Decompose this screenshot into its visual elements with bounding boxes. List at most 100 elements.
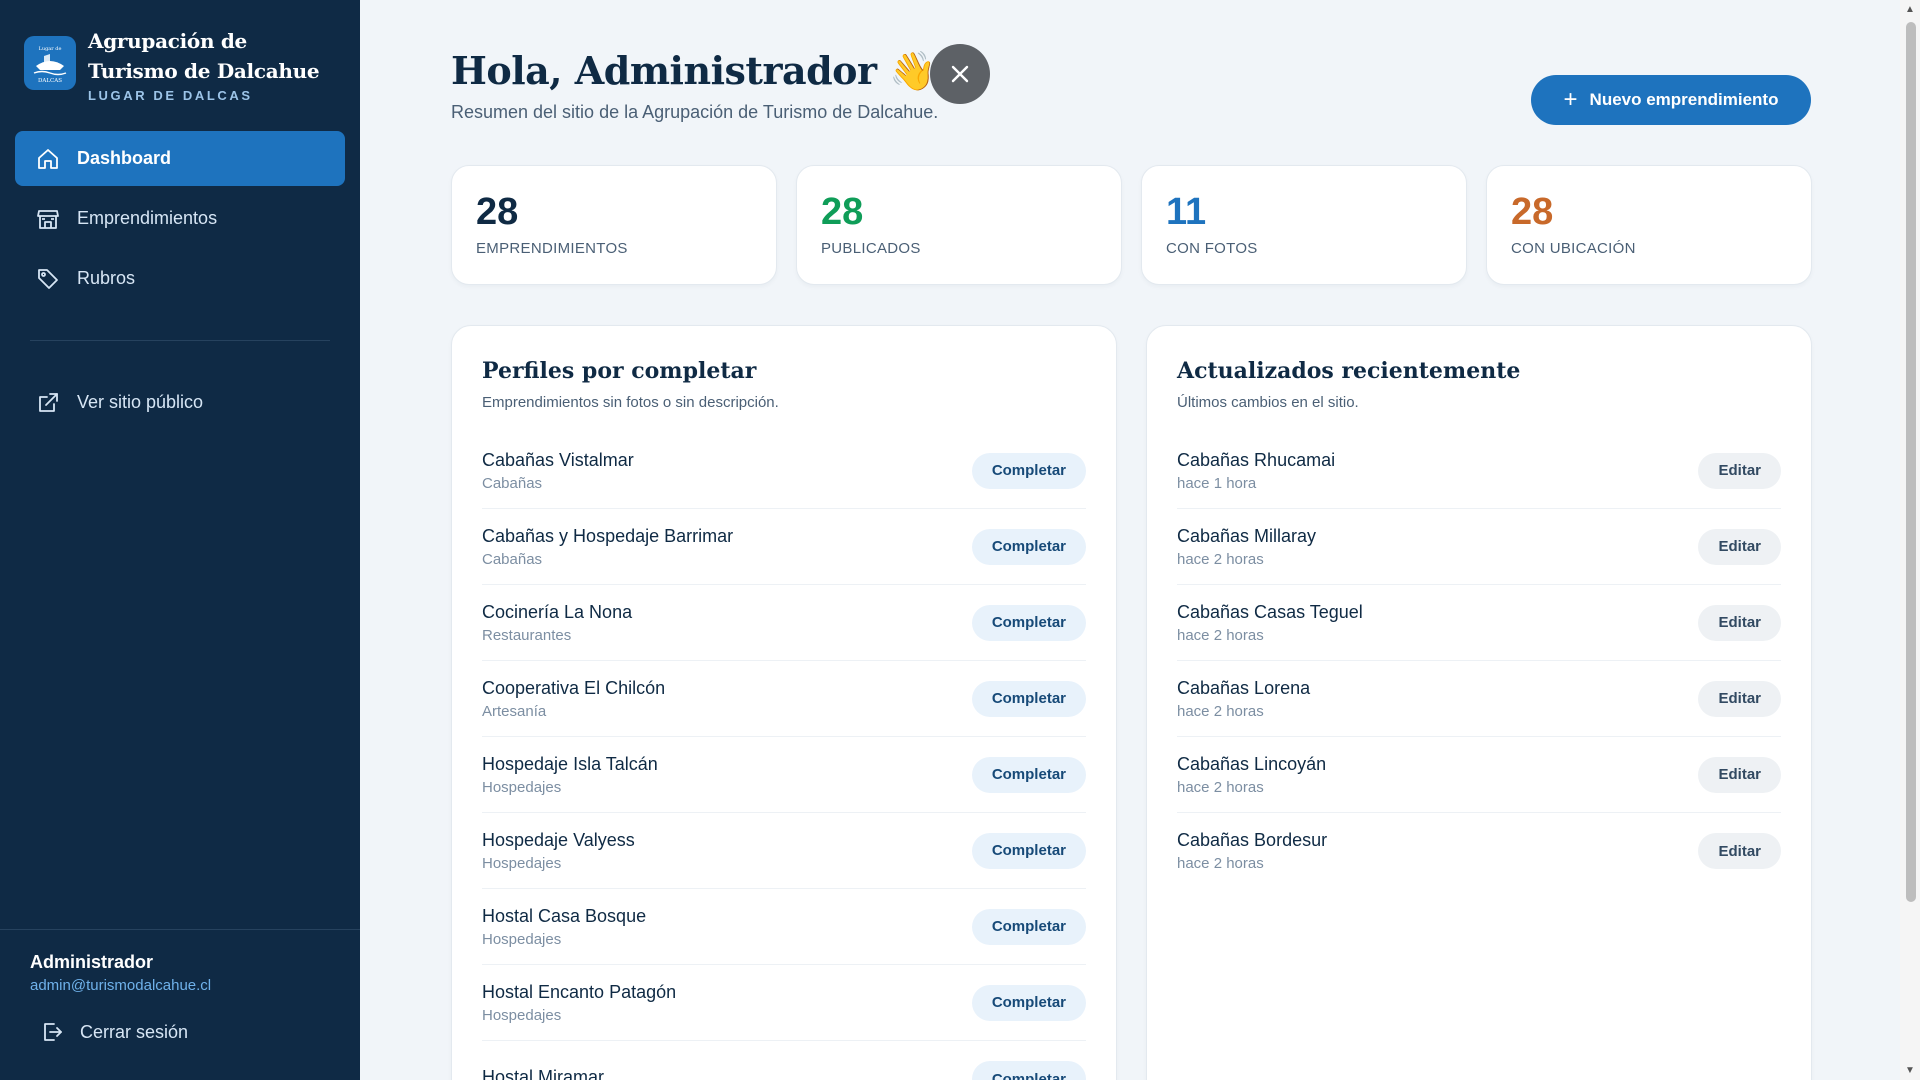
list-item-name[interactable]: Cabañas Lorena bbox=[1177, 678, 1310, 699]
complete-button[interactable]: Completar bbox=[971, 604, 1086, 641]
list-item: Cooperativa El Chilcón Artesanía Completar bbox=[482, 661, 1086, 737]
brand-logo: Lugar de DALCAS bbox=[24, 36, 76, 90]
list-item-meta: Cabañas bbox=[482, 550, 543, 568]
logout-button[interactable]: Cerrar sesión bbox=[40, 1020, 330, 1044]
complete-button[interactable]: Completar bbox=[971, 832, 1086, 869]
list-item: Hostal Miramar Completar bbox=[482, 1041, 1086, 1080]
list-item-name[interactable]: Hospedaje Isla Talcán bbox=[482, 754, 658, 775]
sidebar-item-dashboard[interactable]: Dashboard bbox=[15, 131, 345, 186]
complete-button[interactable]: Completar bbox=[971, 984, 1086, 1021]
list-item-name[interactable]: Cocinería La Nona bbox=[482, 602, 632, 623]
page-title: Hola, Administrador 👋 bbox=[451, 48, 937, 93]
list-item-name[interactable]: Cabañas Casas Teguel bbox=[1177, 602, 1363, 623]
stat-label: CON FOTOS bbox=[1166, 240, 1258, 257]
brand-subtitle: LUGAR DE DALCAS bbox=[88, 88, 253, 103]
list-item-name[interactable]: Hospedaje Valyess bbox=[482, 830, 635, 851]
complete-button[interactable]: Completar bbox=[971, 1061, 1086, 1080]
list-item-meta: hace 2 horas bbox=[1177, 550, 1264, 568]
list-item-info: Cooperativa El Chilcón Artesanía bbox=[482, 678, 665, 720]
scroll-down-icon[interactable]: ▼ bbox=[1905, 1065, 1915, 1076]
edit-button[interactable]: Editar bbox=[1698, 680, 1781, 717]
scrollbar[interactable]: ▲ ▼ bbox=[1900, 0, 1920, 1080]
sidebar-item-rubros[interactable]: Rubros bbox=[15, 251, 345, 306]
new-business-label: Nuevo emprendimiento bbox=[1589, 90, 1779, 109]
list-item-info: Hostal Miramar bbox=[482, 1067, 604, 1080]
sidebar-item-label: Ver sitio público bbox=[77, 392, 204, 412]
list-item: Cocinería La Nona Restaurantes Completar bbox=[482, 585, 1086, 661]
list-item: Cabañas Vistalmar Cabañas Completar bbox=[482, 433, 1086, 509]
incomplete-list: Cabañas Vistalmar Cabañas Completar Cabañas… bbox=[482, 433, 1086, 1080]
logout-label: Cerrar sesión bbox=[80, 1021, 189, 1042]
user-box: Administrador admin@turismodalcahue.cl C… bbox=[0, 929, 360, 1080]
list-item-meta: hace 2 horas bbox=[1177, 626, 1264, 644]
list-item-info: Cabañas Lorena hace 2 horas bbox=[1177, 678, 1310, 720]
nav-divider bbox=[30, 340, 330, 341]
user-name: Administrador bbox=[30, 952, 154, 972]
list-item-info: Cabañas Lincoyán hace 2 horas bbox=[1177, 754, 1326, 796]
stat-label: EMPRENDIMIENTOS bbox=[476, 240, 628, 257]
list-item: Hospedaje Isla Talcán Hospedajes Completar bbox=[482, 737, 1086, 813]
brand-title: Agrupación de Turismo de Dalcahue bbox=[88, 29, 320, 83]
edit-button[interactable]: Editar bbox=[1698, 833, 1781, 869]
complete-button[interactable]: Completar bbox=[971, 528, 1086, 565]
edit-button[interactable]: Editar bbox=[1698, 604, 1781, 641]
complete-button[interactable]: Completar bbox=[971, 452, 1086, 489]
list-item: Hostal Casa Bosque Hospedajes Completar bbox=[482, 889, 1086, 965]
list-item-info: Cabañas Bordesur hace 2 horas bbox=[1177, 830, 1327, 872]
edit-button[interactable]: Editar bbox=[1698, 528, 1781, 565]
list-item-info: Cabañas y Hospedaje Barrimar Cabañas bbox=[482, 526, 733, 568]
panel-subtitle: Emprendimientos sin fotos o sin descripc… bbox=[482, 394, 779, 411]
edit-button[interactable]: Editar bbox=[1698, 756, 1781, 793]
list-item-name[interactable]: Cabañas Millaray bbox=[1177, 526, 1316, 547]
list-item-meta: hace 1 hora bbox=[1177, 474, 1257, 492]
list-item-meta: Cabañas bbox=[482, 474, 543, 492]
list-item: Cabañas Casas Teguel hace 2 horas Editar bbox=[1177, 585, 1781, 661]
svg-text:DALCAS: DALCAS bbox=[38, 78, 62, 84]
list-item-meta: Hospedajes bbox=[482, 778, 562, 796]
stat-label: PUBLICADOS bbox=[821, 240, 921, 257]
sidebar: Lugar de DALCAS Agrupación de Turismo de… bbox=[0, 0, 360, 1080]
complete-button[interactable]: Completar bbox=[971, 680, 1086, 717]
list-item-meta: Artesanía bbox=[482, 702, 547, 720]
list-item-name[interactable]: Cooperativa El Chilcón bbox=[482, 678, 665, 699]
complete-button[interactable]: Completar bbox=[971, 756, 1086, 793]
new-business-button[interactable]: + Nuevo emprendimiento bbox=[1531, 75, 1811, 125]
list-item-name[interactable]: Hostal Encanto Patagón bbox=[482, 982, 676, 1003]
list-item-name[interactable]: Cabañas Vistalmar bbox=[482, 450, 634, 471]
recent-list: Cabañas Rhucamai hace 1 hora Editar Cabañas… bbox=[1177, 433, 1781, 889]
list-item-info: Hostal Casa Bosque Hospedajes bbox=[482, 906, 646, 948]
list-item-name[interactable]: Cabañas Bordesur bbox=[1177, 830, 1327, 851]
list-item-name[interactable]: Cabañas y Hospedaje Barrimar bbox=[482, 526, 733, 547]
sidebar-item-emprendimientos[interactable]: Emprendimientos bbox=[15, 191, 345, 246]
complete-button[interactable]: Completar bbox=[971, 908, 1086, 945]
list-item-meta: Hospedajes bbox=[482, 854, 562, 872]
brand[interactable]: Lugar de DALCAS Agrupación de Turismo de… bbox=[0, 0, 360, 103]
sidebar-item-public-site[interactable]: Ver sitio público bbox=[15, 375, 345, 430]
scroll-thumb[interactable] bbox=[1906, 22, 1916, 902]
edit-button[interactable]: Editar bbox=[1698, 452, 1781, 489]
list-item-name[interactable]: Hostal Miramar bbox=[482, 1067, 604, 1080]
sidebar-item-label: Dashboard bbox=[77, 148, 172, 168]
list-item-meta: Restaurantes bbox=[482, 626, 572, 644]
home-icon bbox=[35, 146, 61, 172]
list-item: Cabañas Millaray hace 2 horas Editar bbox=[1177, 509, 1781, 585]
list-item-info: Cabañas Rhucamai hace 1 hora bbox=[1177, 450, 1335, 492]
list-item-info: Cabañas Casas Teguel hace 2 horas bbox=[1177, 602, 1363, 644]
stat-card-con-ubicacion: 28 CON UBICACIÓN bbox=[1486, 165, 1812, 285]
list-item-name[interactable]: Hostal Casa Bosque bbox=[482, 906, 646, 927]
list-item-name[interactable]: Cabañas Lincoyán bbox=[1177, 754, 1326, 775]
scroll-up-icon[interactable]: ▲ bbox=[1905, 4, 1915, 15]
list-item: Cabañas y Hospedaje Barrimar Cabañas Compl… bbox=[482, 509, 1086, 585]
close-icon bbox=[951, 65, 969, 83]
stat-card-con-fotos: 11 CON FOTOS bbox=[1141, 165, 1467, 285]
list-item: Cabañas Bordesur hace 2 horas Editar bbox=[1177, 813, 1781, 889]
sidebar-item-label: Rubros bbox=[77, 268, 136, 288]
close-button[interactable] bbox=[930, 44, 990, 104]
list-item-info: Hostal Encanto Patagón Hospedajes bbox=[482, 982, 676, 1024]
external-link-icon bbox=[35, 390, 61, 416]
list-item: Hospedaje Valyess Hospedajes Completar bbox=[482, 813, 1086, 889]
stat-value: 28 bbox=[1511, 191, 1554, 233]
stat-value: 28 bbox=[821, 191, 864, 233]
list-item-name[interactable]: Cabañas Rhucamai bbox=[1177, 450, 1335, 471]
list-item-meta: hace 2 horas bbox=[1177, 855, 1264, 872]
